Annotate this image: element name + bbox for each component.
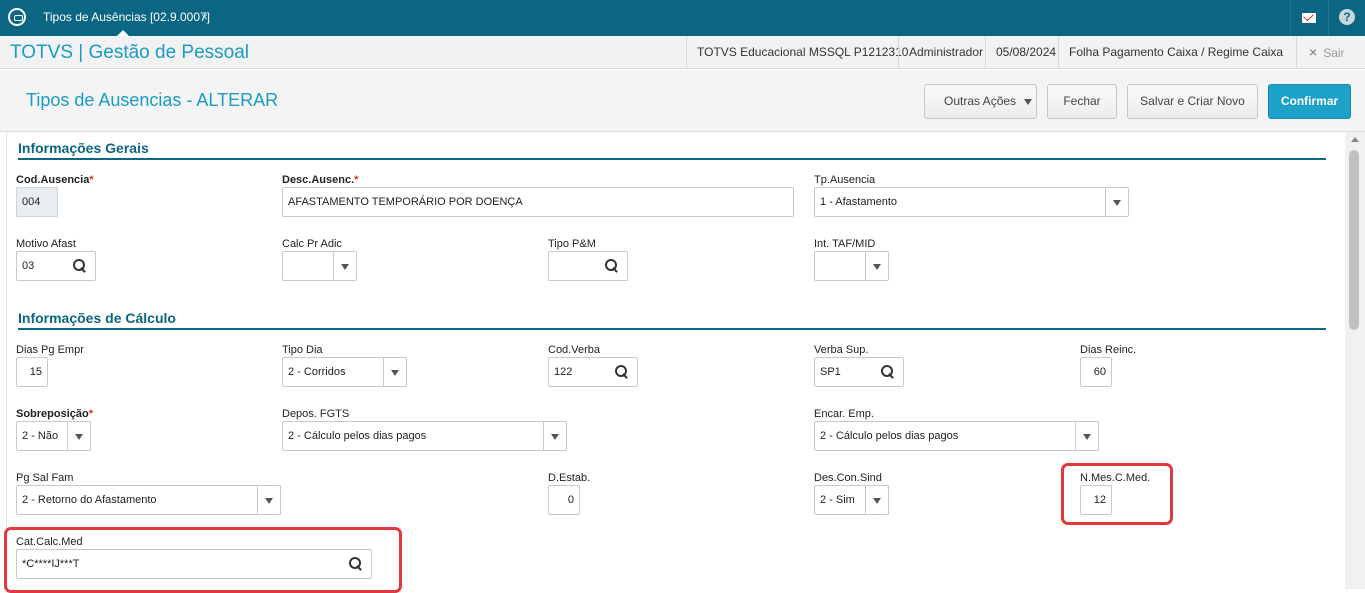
d-estab-field[interactable]: 0 bbox=[548, 485, 580, 515]
search-icon[interactable] bbox=[605, 259, 619, 273]
chevron-down-icon[interactable] bbox=[383, 358, 406, 386]
scroll-up-icon[interactable] bbox=[1351, 137, 1359, 142]
chevron-down-icon bbox=[1024, 99, 1032, 105]
close-icon: × bbox=[1309, 44, 1318, 60]
app-header: TOTVS | Gestão de Pessoal TOTVS Educacio… bbox=[0, 36, 1365, 69]
chevron-down-icon[interactable] bbox=[1105, 188, 1128, 216]
other-actions-button[interactable]: Outras Ações bbox=[924, 84, 1037, 119]
save-and-new-button[interactable]: Salvar e Criar Novo bbox=[1127, 84, 1258, 119]
search-icon[interactable] bbox=[73, 259, 87, 273]
app-title: TOTVS | Gestão de Pessoal bbox=[10, 42, 250, 63]
chevron-down-icon[interactable] bbox=[257, 486, 280, 514]
calc-pr-adic-select[interactable] bbox=[282, 251, 357, 281]
search-icon[interactable] bbox=[349, 557, 363, 571]
help-button[interactable]: ? bbox=[1328, 0, 1364, 36]
totvs-logo-icon[interactable] bbox=[8, 8, 26, 26]
divider bbox=[6, 132, 7, 589]
chevron-down-icon[interactable] bbox=[333, 252, 356, 280]
chevron-down-icon[interactable] bbox=[865, 486, 888, 514]
cat-calc-med-field[interactable]: *C****IJ***T bbox=[16, 549, 372, 579]
required-mark: * bbox=[88, 408, 94, 420]
required-mark: * bbox=[89, 174, 94, 186]
page-toolbar: Tipos de Ausencias - ALTERAR Outras Açõe… bbox=[0, 70, 1365, 132]
search-icon[interactable] bbox=[615, 365, 629, 379]
tp-ausencia-select[interactable]: 1 - Afastamento bbox=[814, 187, 1129, 217]
exit-button[interactable]: × Sair bbox=[1296, 36, 1365, 69]
sobreposicao-select[interactable]: 2 - Não bbox=[16, 421, 91, 451]
verba-sup-field[interactable]: SP1 bbox=[814, 357, 904, 387]
confirm-button[interactable]: Confirmar bbox=[1268, 84, 1351, 119]
required-mark: * bbox=[354, 174, 359, 186]
cod-verba-field[interactable]: 122 bbox=[548, 357, 638, 387]
des-con-sind-select[interactable]: 2 - Sim bbox=[814, 485, 889, 515]
date-info[interactable]: 05/08/2024 bbox=[985, 36, 1066, 69]
payroll-info[interactable]: Folha Pagamento Caixa / Regime Caixa bbox=[1058, 36, 1293, 69]
user-info[interactable]: Administrador bbox=[898, 36, 993, 69]
dias-reinc-field[interactable]: 60 bbox=[1080, 357, 1112, 387]
cat-calc-med-label: Cat.Calc.Med bbox=[16, 536, 83, 548]
mail-icon bbox=[1302, 13, 1316, 23]
tp-ausencia-label: Tp.Ausencia bbox=[814, 174, 876, 186]
int-taf-mid-select[interactable] bbox=[814, 251, 889, 281]
top-bar: Tipos de Ausências [02.9.0007] × ? bbox=[0, 0, 1365, 37]
search-icon[interactable] bbox=[881, 365, 895, 379]
des-con-sind-label: Des.Con.Sind bbox=[814, 472, 882, 484]
chevron-down-icon[interactable] bbox=[543, 422, 566, 450]
tipo-pm-label: Tipo P&M bbox=[548, 238, 596, 250]
calc-pr-adic-label: Calc Pr Adic bbox=[282, 238, 342, 250]
depos-fgts-select[interactable]: 2 - Cálculo pelos dias pagos bbox=[282, 421, 567, 451]
pg-sal-fam-label: Pg Sal Fam bbox=[16, 472, 74, 484]
encar-emp-label: Encar. Emp. bbox=[814, 408, 874, 420]
scroll-thumb[interactable] bbox=[1349, 150, 1359, 330]
vertical-scrollbar[interactable] bbox=[1345, 132, 1365, 589]
cod-ausencia-field[interactable]: 004 bbox=[16, 187, 58, 217]
encar-emp-select[interactable]: 2 - Cálculo pelos dias pagos bbox=[814, 421, 1099, 451]
tab-close-icon[interactable]: × bbox=[201, 0, 208, 34]
desc-ausenc-label: Desc.Ausenc.* bbox=[282, 174, 359, 186]
cod-verba-label: Cod.Verba bbox=[548, 344, 600, 356]
tab-label: Tipos de Ausências [02.9.0007] bbox=[43, 10, 211, 24]
page-title: Tipos de Ausencias - ALTERAR bbox=[26, 90, 279, 110]
pg-sal-fam-select[interactable]: 2 - Retorno do Afastamento bbox=[16, 485, 281, 515]
section-informacoes-calculo: Informações de Cálculo bbox=[18, 310, 1326, 330]
motivo-afast-label: Motivo Afast bbox=[16, 238, 76, 250]
n-mes-c-med-field[interactable]: 12 bbox=[1080, 485, 1112, 515]
depos-fgts-label: Depos. FGTS bbox=[282, 408, 350, 420]
cod-ausencia-label: Cod.Ausencia* bbox=[16, 174, 94, 186]
close-button[interactable]: Fechar bbox=[1047, 84, 1117, 119]
mail-button[interactable] bbox=[1290, 0, 1326, 36]
other-actions-label: Outras Ações bbox=[944, 94, 1017, 108]
int-taf-mid-label: Int. TAF/MID bbox=[814, 238, 876, 250]
tipo-dia-select[interactable]: 2 - Corridos bbox=[282, 357, 407, 387]
motivo-afast-field[interactable]: 03 bbox=[16, 251, 96, 281]
dias-reinc-label: Dias Reinc. bbox=[1080, 344, 1137, 356]
help-icon: ? bbox=[1339, 9, 1355, 25]
n-mes-c-med-label: N.Mes.C.Med. bbox=[1080, 472, 1151, 484]
tipo-dia-label: Tipo Dia bbox=[282, 344, 323, 356]
environment-info[interactable]: TOTVS Educacional MSSQL P1212310 bbox=[686, 36, 918, 69]
section-informacoes-gerais: Informações Gerais bbox=[18, 140, 1326, 160]
dias-pg-empr-field[interactable]: 15 bbox=[16, 357, 48, 387]
d-estab-label: D.Estab. bbox=[548, 472, 591, 484]
sobreposicao-label: Sobreposição* bbox=[16, 408, 94, 420]
chevron-down-icon[interactable] bbox=[67, 422, 90, 450]
chevron-down-icon[interactable] bbox=[865, 252, 888, 280]
tipo-pm-field[interactable] bbox=[548, 251, 628, 281]
dias-pg-empr-label: Dias Pg Empr bbox=[16, 344, 84, 356]
chevron-down-icon[interactable] bbox=[1075, 422, 1098, 450]
verba-sup-label: Verba Sup. bbox=[814, 344, 869, 356]
desc-ausenc-field[interactable]: AFASTAMENTO TEMPORÁRIO POR DOENÇA bbox=[282, 187, 794, 217]
exit-label: Sair bbox=[1323, 46, 1345, 60]
